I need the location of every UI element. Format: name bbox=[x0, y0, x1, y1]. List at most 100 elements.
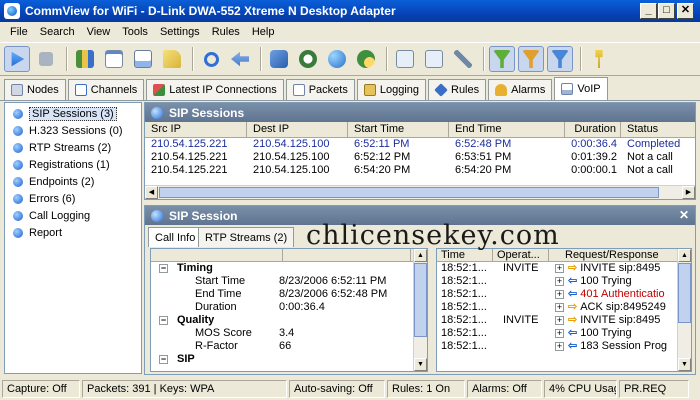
vertical-scrollbar[interactable]: ▲ ▼ bbox=[677, 249, 691, 371]
subtab-rtp-streams[interactable]: RTP Streams (2) bbox=[198, 227, 295, 247]
col-start-time[interactable]: Start Time bbox=[348, 122, 449, 137]
start-capture-button[interactable] bbox=[4, 46, 30, 72]
tools-button[interactable] bbox=[450, 46, 476, 72]
back-icon bbox=[231, 51, 249, 67]
node-button[interactable] bbox=[324, 46, 350, 72]
menu-file[interactable]: File bbox=[4, 26, 34, 38]
table-row[interactable]: 210.54.125.221 210.54.125.100 6:54:20 PM… bbox=[145, 164, 695, 177]
tree-row[interactable]: Start Time 8/23/2006 6:52:11 PM bbox=[151, 275, 427, 288]
filter-m-button[interactable] bbox=[518, 46, 544, 72]
sidebar-item-errors[interactable]: Errors (6) bbox=[5, 190, 141, 207]
call-flow-row[interactable]: 18:52:1... + ⇨ ACK sip:8495249 bbox=[437, 301, 691, 314]
col-end-time[interactable]: End Time bbox=[449, 122, 565, 137]
sip-sessions-header: SIP Sessions bbox=[145, 103, 695, 122]
sidebar-item-sip-sessions[interactable]: SIP Sessions (3) bbox=[5, 105, 141, 122]
ip-alias-button[interactable] bbox=[421, 46, 447, 72]
tree-row[interactable]: R-Factor 66 bbox=[151, 340, 427, 353]
tree-row[interactable]: MOS Score 3.4 bbox=[151, 327, 427, 340]
call-flow-row[interactable]: 18:52:1... + ⇦ 183 Session Prog bbox=[437, 340, 691, 353]
filter-c-button[interactable] bbox=[547, 46, 573, 72]
sidebar-item-report[interactable]: Report bbox=[5, 224, 141, 241]
horizontal-scrollbar[interactable]: ◀ ▶ bbox=[145, 185, 695, 199]
scheduler-button[interactable] bbox=[295, 46, 321, 72]
sidebar-item-call-logging[interactable]: Call Logging bbox=[5, 207, 141, 224]
tree-section-quality[interactable]: − Quality bbox=[151, 314, 427, 327]
open-log-button[interactable] bbox=[72, 46, 98, 72]
sidebar-item-h323-sessions[interactable]: H.323 Sessions (0) bbox=[5, 122, 141, 139]
maximize-button[interactable]: □ bbox=[658, 3, 675, 19]
registrations-icon bbox=[13, 159, 23, 170]
menu-settings[interactable]: Settings bbox=[154, 26, 206, 38]
collapse-icon[interactable]: − bbox=[159, 355, 168, 364]
tree-row[interactable]: Duration 0:00:36.4 bbox=[151, 301, 427, 314]
col-status[interactable]: Status bbox=[621, 122, 695, 137]
collapse-icon[interactable]: − bbox=[159, 316, 168, 325]
sidebar-item-rtp-streams[interactable]: RTP Streams (2) bbox=[5, 139, 141, 156]
scroll-thumb[interactable] bbox=[159, 187, 659, 198]
scroll-up-icon[interactable]: ▲ bbox=[678, 249, 691, 262]
table-row[interactable]: 210.54.125.221 210.54.125.100 6:52:11 PM… bbox=[145, 138, 695, 151]
close-panel-icon[interactable]: ✕ bbox=[679, 208, 689, 222]
call-flow-row[interactable]: 18:52:1... INVITE + ⇨ INVITE sip:8495 bbox=[437, 314, 691, 327]
filter-d-button[interactable] bbox=[489, 46, 515, 72]
scroll-thumb[interactable] bbox=[414, 263, 427, 337]
tab-voip[interactable]: VoIP bbox=[554, 77, 608, 100]
call-flow-row[interactable]: 18:52:1... + ⇦ 100 Trying bbox=[437, 275, 691, 288]
col-duration[interactable]: Duration bbox=[565, 122, 621, 137]
expand-icon[interactable]: + bbox=[555, 329, 564, 338]
search-button[interactable] bbox=[198, 46, 224, 72]
call-flow-row[interactable]: 18:52:1... + ⇦ 401 Authenticatio bbox=[437, 288, 691, 301]
scroll-down-icon[interactable]: ▼ bbox=[414, 358, 427, 371]
tab-logging[interactable]: Logging bbox=[356, 79, 426, 100]
scroll-right-icon[interactable]: ▶ bbox=[682, 186, 695, 199]
close-button[interactable]: ✕ bbox=[677, 3, 694, 19]
back-button[interactable] bbox=[227, 46, 253, 72]
new-window-button[interactable] bbox=[101, 46, 127, 72]
scroll-left-icon[interactable]: ◀ bbox=[145, 186, 158, 199]
menu-tools[interactable]: Tools bbox=[116, 26, 154, 38]
tree-section-timing[interactable]: − Timing bbox=[151, 262, 427, 275]
menu-rules[interactable]: Rules bbox=[206, 26, 246, 38]
menu-view[interactable]: View bbox=[81, 26, 117, 38]
open-dropdown-button[interactable] bbox=[159, 46, 185, 72]
expand-icon[interactable]: + bbox=[555, 277, 564, 286]
col-dest-ip[interactable]: Dest IP bbox=[247, 122, 348, 137]
tab-label: Rules bbox=[451, 84, 480, 96]
network-button[interactable] bbox=[266, 46, 292, 72]
scroll-down-icon[interactable]: ▼ bbox=[678, 358, 691, 371]
table-row[interactable]: 210.54.125.221 210.54.125.100 6:52:12 PM… bbox=[145, 151, 695, 164]
save-button[interactable] bbox=[130, 46, 156, 72]
minimize-button[interactable]: _ bbox=[640, 3, 657, 19]
cell-status: Not a call bbox=[627, 151, 673, 163]
tab-nodes[interactable]: Nodes bbox=[4, 79, 66, 100]
expand-icon[interactable]: + bbox=[555, 303, 564, 312]
call-flow-row[interactable]: 18:52:1... INVITE + ⇨ INVITE sip:8495 bbox=[437, 262, 691, 275]
col-src-ip[interactable]: Src IP bbox=[145, 122, 247, 137]
expand-icon[interactable]: + bbox=[555, 264, 564, 273]
tree-row[interactable]: End Time 8/23/2006 6:52:48 PM bbox=[151, 288, 427, 301]
collapse-icon[interactable]: − bbox=[159, 264, 168, 273]
expand-icon[interactable]: + bbox=[555, 290, 564, 299]
vertical-scrollbar[interactable]: ▲ ▼ bbox=[413, 249, 427, 371]
call-flow-row[interactable]: 18:52:1... + ⇦ 100 Trying bbox=[437, 327, 691, 340]
expand-icon[interactable]: + bbox=[555, 342, 564, 351]
key-button[interactable] bbox=[586, 46, 612, 72]
menu-help[interactable]: Help bbox=[246, 26, 281, 38]
status-rules: Rules: 1 On bbox=[387, 379, 465, 398]
sidebar-item-registrations[interactable]: Registrations (1) bbox=[5, 156, 141, 173]
menu-search[interactable]: Search bbox=[34, 26, 81, 38]
scroll-thumb[interactable] bbox=[678, 263, 691, 323]
tab-rules[interactable]: Rules bbox=[428, 79, 487, 100]
col-request-response[interactable]: Request/Response bbox=[549, 249, 691, 261]
alias-button[interactable] bbox=[353, 46, 379, 72]
subtab-call-info[interactable]: Call Info bbox=[148, 227, 203, 247]
tree-section-sip[interactable]: − SIP bbox=[151, 353, 427, 366]
mac-alias-button[interactable] bbox=[392, 46, 418, 72]
stop-capture-button[interactable] bbox=[33, 46, 59, 72]
sidebar-item-endpoints[interactable]: Endpoints (2) bbox=[5, 173, 141, 190]
tab-latest-ip-connections[interactable]: Latest IP Connections bbox=[146, 79, 284, 100]
expand-icon[interactable]: + bbox=[555, 316, 564, 325]
tab-channels[interactable]: Channels bbox=[67, 79, 145, 100]
tab-alarms[interactable]: Alarms bbox=[488, 79, 553, 100]
tab-packets[interactable]: Packets bbox=[285, 79, 355, 100]
